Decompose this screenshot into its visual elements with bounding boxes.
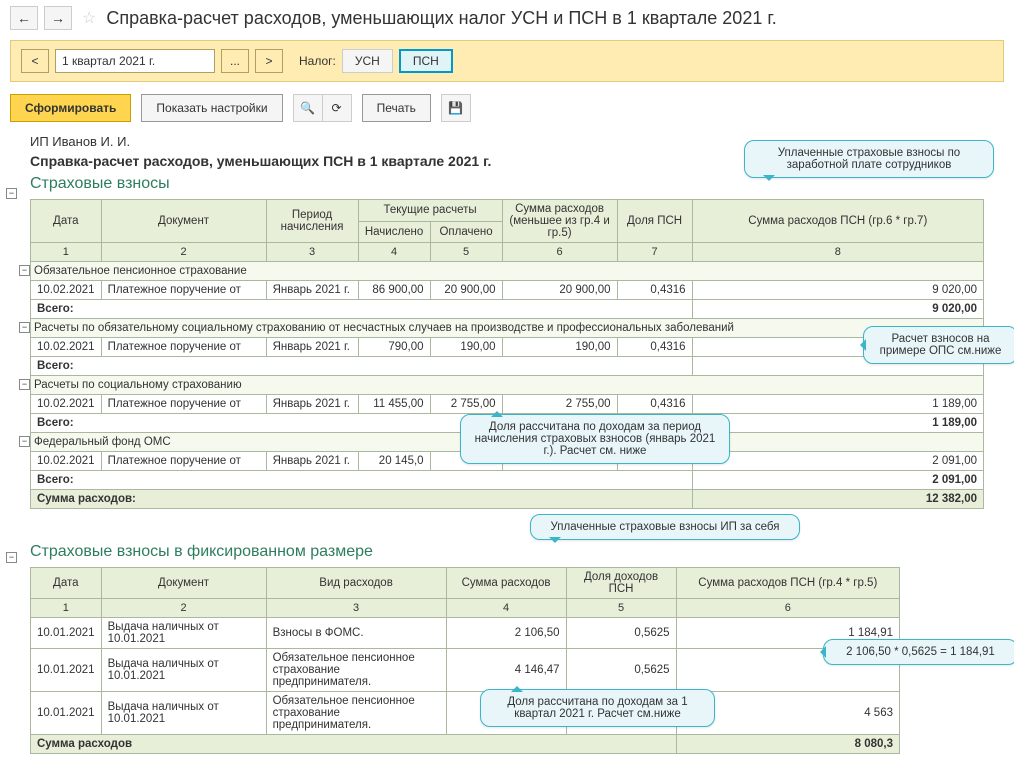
section2-title: Страховые взносы в фиксированном размере [30,543,984,561]
group-header: −Обязательное пенсионное страхование [31,262,984,281]
tree-toggle-section1[interactable]: − [6,188,17,199]
col-share: Доля ПСН [617,200,692,243]
save-icon[interactable]: 💾 [441,94,471,122]
col-sum: Сумма расходов (меньшее из гр.4 и гр.5) [502,200,617,243]
form-button[interactable]: Сформировать [10,94,131,122]
table-row[interactable]: 10.01.2021Выдача наличных от 10.01.2021О… [31,649,900,692]
nav-back-button[interactable]: ← [10,6,38,30]
tree-toggle-section2[interactable]: − [6,552,17,563]
group-header: −Расчеты по социальному страхованию [31,376,984,395]
table-row[interactable]: 10.01.2021Выдача наличных от 10.01.2021О… [31,692,900,735]
col-accrued: Начислено [358,221,430,243]
period-prev-button[interactable]: < [21,49,49,73]
section2-table: Дата Документ Вид расходов Сумма расходо… [30,567,900,754]
table-row[interactable]: 10.02.2021Платежное поручение отЯнварь 2… [31,338,984,357]
col-date: Дата [31,200,102,243]
print-button[interactable]: Печать [362,94,431,122]
refresh-icon[interactable]: ⟳ [322,94,352,122]
col-period: Период начисления [266,200,358,243]
nav-forward-button[interactable]: → [44,6,72,30]
period-picker-button[interactable]: ... [221,49,249,73]
tax-usn-tab[interactable]: УСН [342,49,393,73]
col-psn: Сумма расходов ПСН (гр.6 * гр.7) [692,200,983,243]
col-current: Текущие расчеты [358,200,502,222]
group-header: −Расчеты по обязательному социальному ст… [31,319,984,338]
col-doc: Документ [101,200,266,243]
callout-calc-example: 2 106,50 * 0,5625 = 1 184,91 [823,639,1014,665]
col-paid: Оплачено [430,221,502,243]
table-row[interactable]: 10.02.2021Платежное поручение отЯнварь 2… [31,281,984,300]
callout-share-period: Доля рассчитана по доходам за период нач… [460,414,730,464]
period-input[interactable]: 1 квартал 2021 г. [55,49,215,73]
callout-ops-example: Расчет взносов на примере ОПС см.ниже [863,326,1014,364]
tax-label: Налог: [299,54,336,68]
callout-payroll-contrib: Уплаченные страховые взносы по заработно… [744,140,994,178]
show-settings-button[interactable]: Показать настройки [141,94,282,122]
table-row[interactable]: 10.01.2021Выдача наличных от 10.01.2021В… [31,618,900,649]
tax-psn-tab[interactable]: ПСН [399,49,453,73]
callout-share-q1: Доля рассчитана по доходам за 1 квартал … [480,689,715,727]
table-row[interactable]: 10.02.2021Платежное поручение отЯнварь 2… [31,395,984,414]
search-icon[interactable]: 🔍 [293,94,323,122]
page-title: Справка-расчет расходов, уменьшающих нал… [106,8,776,29]
favorite-star-icon[interactable]: ☆ [82,8,96,28]
period-next-button[interactable]: > [255,49,283,73]
period-tax-bar: < 1 квартал 2021 г. ... > Налог: УСН ПСН [10,40,1004,82]
callout-fixed-contrib: Уплаченные страховые взносы ИП за себя [530,514,800,540]
